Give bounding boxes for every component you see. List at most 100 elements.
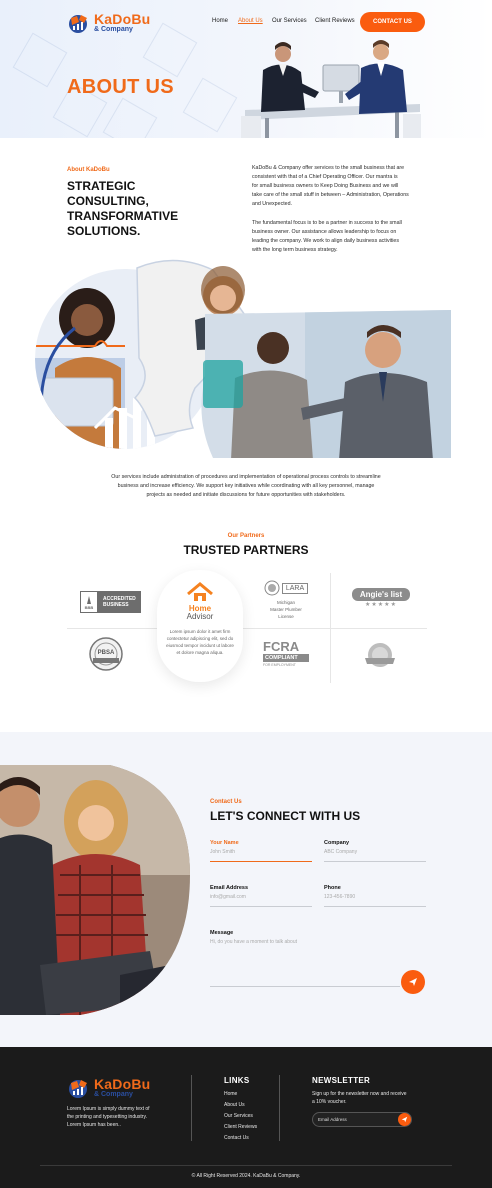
heading-line: SOLUTIONS. <box>67 224 141 238</box>
star-rating-icon: ★★★★★ <box>365 602 397 608</box>
heading-line: TRANSFORMATIVE <box>67 209 179 223</box>
company-label: Company <box>324 840 350 846</box>
text-line: with the long term business strategy. <box>252 247 338 253</box>
text-line: consistent with that of a Chief Operatin… <box>252 174 398 180</box>
lara-logo: LARA Michigan Master Plumber License <box>262 580 310 620</box>
message-underline <box>210 986 400 987</box>
grid-divider <box>67 628 427 629</box>
fcra-line: FOR EMPLOYMENT <box>263 663 296 667</box>
nav-client-reviews[interactable]: Client Reviews <box>315 18 355 24</box>
text-line: the printing and typesetting industry. <box>67 1114 147 1120</box>
text-line: Sign up for the newsletter now and recei… <box>312 1091 407 1097</box>
partners-heading: TRUSTED PARTNERS <box>183 543 309 557</box>
phone-field[interactable]: Phone 123-456-7890 <box>324 885 426 907</box>
footer-link-home[interactable]: Home <box>224 1091 237 1097</box>
links-heading: LINKS <box>224 1076 250 1085</box>
about-paragraph-2: The fundamental focus is to be a partner… <box>252 219 437 255</box>
bbb-logo: BBB ACCREDITED BUSINESS <box>80 591 141 613</box>
newsletter-text: Sign up for the newsletter now and recei… <box>312 1090 422 1106</box>
text-line: Lorem Ipsum has been.. <box>67 1122 121 1128</box>
about-heading: STRATEGIC CONSULTING, TRANSFORMATIVE SOL… <box>67 179 178 239</box>
brand-logo[interactable]: KaDoBu & Company <box>67 12 150 34</box>
footer-link-reviews[interactable]: Client Reviews <box>224 1124 257 1130</box>
nav-our-services[interactable]: Our Services <box>272 18 307 24</box>
logo-icon <box>69 15 87 33</box>
message-textarea[interactable]: Hi, do you have a moment to talk about <box>210 939 400 945</box>
homeadvisor-text: Lorem ipsum dolor it amet firm contectet… <box>161 628 239 656</box>
brand-name: KaDoBu <box>94 1075 151 1092</box>
bbb-torch-icon <box>87 595 91 604</box>
page-title: ABOUT US <box>67 76 174 98</box>
team-laughing-photo <box>0 765 190 1015</box>
email-label: Email Address <box>210 885 249 891</box>
homeadvisor-name-2: Advisor <box>186 612 214 621</box>
heading-line: STRATEGIC <box>67 179 136 193</box>
about-paragraph-1: KaDoBu & Company offer services to the s… <box>252 164 437 209</box>
footer-link-about[interactable]: About Us <box>224 1102 245 1108</box>
name-underline <box>210 861 312 862</box>
lara-line: License <box>278 614 294 619</box>
text-line: The fundamental focus is to be a partner… <box>252 220 402 226</box>
text-line: Our services include administration of p… <box>111 474 381 480</box>
phone-label: Phone <box>324 885 341 891</box>
text-line: et dolore magna aliqua. <box>176 650 224 655</box>
name-input[interactable]: John Smith <box>210 849 312 855</box>
name-label: Your Name <box>210 840 239 846</box>
newsletter-email-input[interactable]: Email Address <box>312 1112 412 1127</box>
bbb-line: BUSINESS <box>103 602 129 608</box>
send-icon <box>409 978 417 986</box>
email-field[interactable]: Email Address info@gmail.com <box>210 885 312 907</box>
message-field[interactable]: Message Hi, do you have a moment to talk… <box>210 930 400 945</box>
phone-underline <box>324 906 426 907</box>
footer-divider <box>191 1075 192 1141</box>
logo-icon <box>69 1080 87 1098</box>
fcra-line: COMPLIANT <box>263 654 309 662</box>
footer: KaDoBu & Company Lorem Ipsum is simply d… <box>0 1047 492 1188</box>
footer-logo[interactable]: KaDoBu & Company <box>67 1077 150 1099</box>
angies-list-name: Angie's list <box>352 588 410 601</box>
team-puzzle-collage <box>35 259 451 458</box>
text-line: KaDoBu & Company offer services to the s… <box>252 165 405 171</box>
footer-link-contact[interactable]: Contact Us <box>224 1135 249 1141</box>
nav-home[interactable]: Home <box>212 18 228 24</box>
about-kicker: About KaDoBu <box>67 167 110 173</box>
heading-line: CONSULTING, <box>67 194 149 208</box>
services-summary: Our services include administration of p… <box>40 473 452 500</box>
text-line: contectetur adipiscing elit, sed do <box>166 636 234 641</box>
text-line: business and increase efficiency. We sup… <box>117 483 375 489</box>
contact-us-button[interactable]: CONTACT US <box>360 12 425 32</box>
contact-heading: LET'S CONNECT WITH US <box>210 809 361 823</box>
text-line: a 10% voucher. <box>312 1099 347 1105</box>
lara-mark: LARA <box>281 582 309 594</box>
fcra-mark: FCRA <box>263 639 300 654</box>
text-line: projects as needed and initiate discussi… <box>146 492 346 498</box>
brand-subtitle: & Company <box>94 1090 133 1098</box>
phone-input[interactable]: 123-456-7890 <box>324 894 426 900</box>
email-input[interactable]: info@gmail.com <box>210 894 312 900</box>
newsletter-submit-button[interactable] <box>398 1113 411 1126</box>
business-meeting-photo <box>241 40 421 138</box>
home-icon <box>187 582 213 601</box>
partners-kicker: Our Partners <box>227 533 265 539</box>
email-underline <box>210 906 312 907</box>
brand-name: KaDoBu <box>94 10 151 27</box>
text-line: business owner. Our assistance allows le… <box>252 229 397 235</box>
text-line: Lorem Ipsum is simply dummy text of <box>67 1106 150 1112</box>
brand-subtitle: & Company <box>94 25 133 33</box>
newsletter-heading: NEWSLETTER <box>312 1076 371 1085</box>
text-line: for small business owners to Keep Doing … <box>252 183 399 189</box>
footer-link-services[interactable]: Our Services <box>224 1113 253 1119</box>
send-button[interactable] <box>401 970 425 994</box>
name-field[interactable]: Your Name John Smith <box>210 840 312 862</box>
homeadvisor-card[interactable]: Home Advisor Lorem ipsum dolor it amet f… <box>157 570 243 682</box>
footer-rule <box>40 1165 452 1166</box>
footer-divider <box>279 1075 280 1141</box>
grid-divider <box>330 573 331 683</box>
fcra-logo: FCRA COMPLIANT FOR EMPLOYMENT <box>263 640 309 667</box>
company-input[interactable]: ABC Company <box>324 849 426 855</box>
text-line: take care of the small stuff in between … <box>252 192 409 198</box>
company-field[interactable]: Company ABC Company <box>324 840 426 862</box>
nav-about-us[interactable]: About Us <box>238 18 263 24</box>
lara-line: Master Plumber <box>270 607 302 612</box>
footer-about: Lorem Ipsum is simply dummy text of the … <box>67 1105 187 1129</box>
